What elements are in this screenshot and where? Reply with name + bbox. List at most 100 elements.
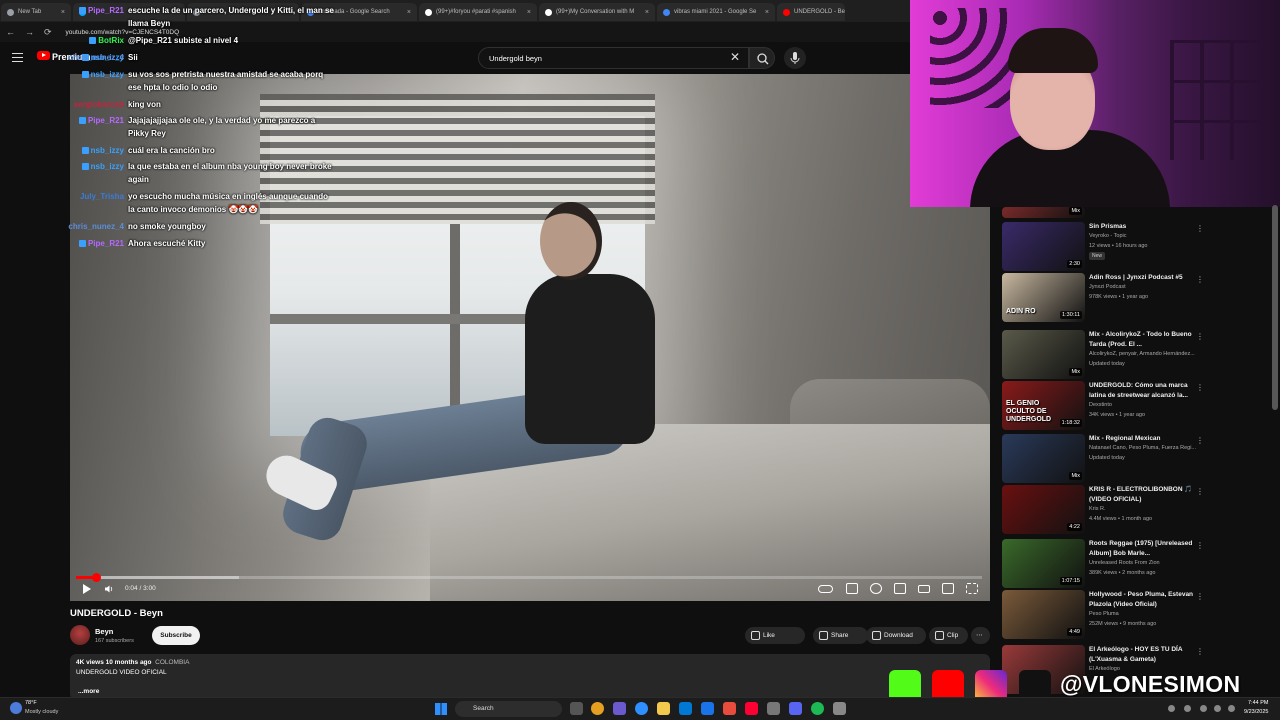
video-thumbnail[interactable]: Mix <box>1002 330 1085 379</box>
tray-icon[interactable] <box>1200 705 1207 712</box>
show-more-link[interactable]: ...more <box>78 688 99 695</box>
spotify-icon[interactable] <box>811 702 824 715</box>
browser-tab[interactable]: UNDERGOLD - Beyn× <box>777 3 845 21</box>
app-icon[interactable] <box>767 702 780 715</box>
video-thumbnail[interactable]: EL GENIO OCULTO DE UNDERGOLD 1:18:32 <box>1002 381 1085 430</box>
recommended-video[interactable]: 2:30 Sin Prismas Veyroko - Topic 12 views •… <box>1000 222 1210 274</box>
recommended-title[interactable]: Roots Reggae (1975) [Unreleased Album] B… <box>1089 539 1204 559</box>
play-button[interactable] <box>83 584 91 594</box>
task-view-icon[interactable] <box>570 702 583 715</box>
recommended-video[interactable]: 1:07:15 Roots Reggae (1975) [Unreleased A… <box>1000 539 1210 591</box>
video-thumbnail[interactable]: 2:30 <box>1002 222 1085 271</box>
store-icon[interactable] <box>701 702 714 715</box>
close-tab-icon[interactable]: × <box>765 9 769 16</box>
recommended-title[interactable]: UNDERGOLD: Cómo una marca latina de stre… <box>1089 381 1204 401</box>
miniplayer-icon[interactable] <box>894 583 906 594</box>
close-tab-icon[interactable]: × <box>645 9 649 16</box>
progress-bar[interactable] <box>76 573 982 582</box>
more-options-icon[interactable]: ⋮ <box>1196 487 1204 496</box>
recommended-title[interactable]: El Arkeólogo - HOY ES TU DÍA (L'Xuasma &… <box>1089 645 1204 665</box>
settings-icon[interactable] <box>833 702 846 715</box>
file-explorer-icon[interactable] <box>657 702 670 715</box>
more-options-icon[interactable]: ⋮ <box>1196 224 1204 233</box>
windows-start-icon[interactable] <box>435 703 447 715</box>
clear-search-icon[interactable]: ✕ <box>730 50 740 64</box>
more-options-icon[interactable]: ⋮ <box>1196 647 1204 656</box>
like-button[interactable]: Like <box>745 627 805 644</box>
more-options-icon[interactable]: ⋮ <box>1196 332 1204 341</box>
recommended-video[interactable]: Mix Mix - Regional Mexican Natanael Cano, … <box>1000 434 1210 486</box>
weather-desc[interactable]: Mostly cloudy <box>25 709 58 715</box>
weather-temp[interactable]: 78°F <box>25 700 37 706</box>
edge-icon[interactable] <box>635 702 648 715</box>
recommended-video[interactable]: EL GENIO OCULTO DE UNDERGOLD 1:18:32 UNDER… <box>1000 381 1210 433</box>
recommended-title[interactable]: Mix - Regional Mexican <box>1089 434 1204 444</box>
copilot-icon[interactable] <box>613 702 626 715</box>
video-thumbnail[interactable]: 4:49 <box>1002 590 1085 639</box>
chrome-icon[interactable] <box>591 702 604 715</box>
recommended-channel[interactable]: Peso Pluma <box>1089 611 1207 617</box>
wifi-icon[interactable] <box>1214 705 1221 712</box>
sidebar-scrollbar[interactable] <box>1272 205 1278 410</box>
video-thumbnail[interactable]: 4:22 <box>1002 485 1085 534</box>
recommended-channel[interactable]: Dexstinto <box>1089 402 1207 408</box>
recommended-channel[interactable]: Kris R. <box>1089 506 1207 512</box>
more-options-icon[interactable]: ⋮ <box>1196 436 1204 445</box>
more-actions-icon[interactable]: ⋯ <box>971 627 990 644</box>
autoplay-toggle[interactable] <box>818 585 833 593</box>
app-icon[interactable] <box>723 702 736 715</box>
recommended-channel[interactable]: Natanael Cano, Peso Pluma, Fuerza Regi..… <box>1089 445 1207 451</box>
channel-name[interactable]: Beyn <box>95 627 113 636</box>
search-button[interactable] <box>749 47 775 69</box>
fullscreen-icon[interactable] <box>966 583 978 594</box>
theater-mode-icon[interactable] <box>918 585 930 593</box>
description-box[interactable] <box>70 654 990 700</box>
channel-avatar[interactable] <box>70 625 90 645</box>
app-icon[interactable] <box>745 702 758 715</box>
more-options-icon[interactable]: ⋮ <box>1196 383 1204 392</box>
close-tab-icon[interactable]: × <box>527 9 531 16</box>
cast-icon[interactable] <box>942 583 954 594</box>
recommended-channel[interactable]: Veyroko - Topic <box>1089 233 1207 239</box>
settings-gear-icon[interactable] <box>870 583 882 594</box>
outlook-icon[interactable] <box>679 702 692 715</box>
volume-tray-icon[interactable] <box>1228 705 1235 712</box>
download-button[interactable]: Download <box>866 627 926 644</box>
clock-date[interactable]: 9/23/2025 <box>1244 709 1268 715</box>
video-thumbnail[interactable]: Mix <box>1002 434 1085 483</box>
taskbar-search[interactable]: Search <box>455 701 562 717</box>
weather-icon[interactable] <box>10 702 22 714</box>
tray-icon[interactable] <box>1184 705 1191 712</box>
video-thumbnail[interactable]: Mix <box>1002 207 1085 218</box>
more-options-icon[interactable]: ⋮ <box>1196 541 1204 550</box>
recommended-channel[interactable]: AlcolirykoZ, penyair, Armando Hernández.… <box>1089 351 1207 357</box>
share-button[interactable]: Share <box>813 627 868 644</box>
clock-time[interactable]: 7:44 PM <box>1248 700 1268 706</box>
more-options-icon[interactable]: ⋮ <box>1196 592 1204 601</box>
recommended-title[interactable]: KRIS R - ELECTROLIBONBON 🎵 (VIDEO OFICIA… <box>1089 485 1204 505</box>
recommended-title[interactable]: Mix - AlcolirykoZ - Todo lo Bueno Tarda … <box>1089 330 1204 350</box>
clip-button[interactable]: Clip <box>929 627 968 644</box>
subscribe-button[interactable]: Subscribe <box>152 626 200 645</box>
recommended-video[interactable]: Mix Mix - AlcolirykoZ - Todo lo Bueno Tar… <box>1000 330 1210 382</box>
recommended-title[interactable]: Adin Ross | Jynxzi Podcast #5 <box>1089 273 1204 283</box>
recommended-video[interactable]: 4:22 KRIS R - ELECTROLIBONBON 🎵 (VIDEO OF… <box>1000 485 1210 537</box>
recommended-title[interactable]: Hollywood - Peso Pluma, Estevan Plazola … <box>1089 590 1204 610</box>
volume-icon[interactable] <box>104 584 114 594</box>
browser-tab[interactable]: (99+)My Conversation with M × <box>539 3 655 21</box>
browser-tab[interactable]: (99+)#foryou #parati #spanish × <box>419 3 537 21</box>
close-tab-icon[interactable]: × <box>407 9 411 16</box>
discord-icon[interactable] <box>789 702 802 715</box>
video-thumbnail[interactable]: 1:07:15 <box>1002 539 1085 588</box>
subtitles-icon[interactable] <box>846 583 858 594</box>
recommended-video[interactable]: 4:49 Hollywood - Peso Pluma, Estevan Plaz… <box>1000 590 1210 642</box>
progress-scrubber[interactable] <box>91 573 101 582</box>
recommended-channel[interactable]: Jynxzi Podcast <box>1089 284 1207 290</box>
voice-search-button[interactable] <box>784 47 806 69</box>
more-options-icon[interactable]: ⋮ <box>1196 275 1204 284</box>
recommended-video[interactable]: ADIN RO 1:30:11 Adin Ross | Jynxzi Podcast… <box>1000 273 1210 325</box>
search-input[interactable]: Undergold beyn <box>478 47 749 69</box>
tray-arrow-icon[interactable] <box>1168 705 1175 712</box>
recommended-title[interactable]: Sin Prismas <box>1089 222 1204 232</box>
recommended-channel[interactable]: Unreleased Roots From Zion <box>1089 560 1207 566</box>
